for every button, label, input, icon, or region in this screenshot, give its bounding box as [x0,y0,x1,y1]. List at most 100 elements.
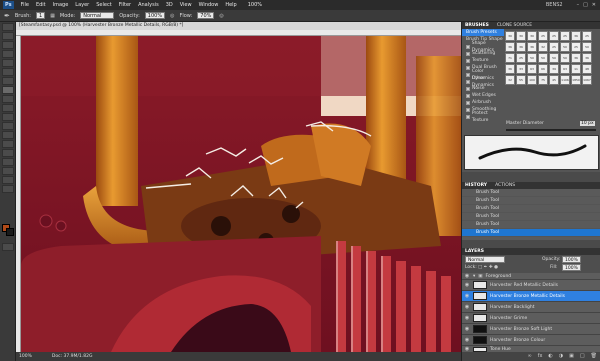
layer-opacity-input[interactable]: 100% [562,256,581,263]
layer-row-selected[interactable]: ◉ Harvester Bronze Metallic Details [462,291,600,302]
visibility-eye-icon[interactable]: ◉ [464,315,470,321]
menu-window[interactable]: Window [199,2,219,8]
brush-tip-preset[interactable]: 71 [505,53,515,63]
master-diameter-slider[interactable] [506,129,596,131]
maximize-icon[interactable]: □ [583,2,588,8]
brush-tip-preset[interactable]: 25 [582,31,592,41]
menu-filter[interactable]: Filter [119,2,131,8]
eraser-tool-icon[interactable] [2,113,14,121]
eyedropper-tool-icon[interactable] [2,68,14,76]
layer-row[interactable]: ◉ Harvester Bronze Colour [462,335,600,346]
brush-tip-preset[interactable]: 50 [527,53,537,63]
brush-panel-toggle-icon[interactable]: ▦ [50,13,55,19]
menu-view[interactable]: View [180,2,192,8]
type-tool-icon[interactable] [2,149,14,157]
brush-tip-preset[interactable]: 1067 [582,75,592,85]
opacity-input[interactable]: 100% [144,12,166,19]
brush-tip-preset[interactable]: 50 [560,42,570,52]
lasso-tool-icon[interactable] [2,41,14,49]
move-tool-icon[interactable] [2,23,14,31]
brush-tip-preset[interactable]: 55 [516,75,526,85]
adjustment-layer-icon[interactable]: ◑ [559,352,563,361]
layer-style-icon[interactable]: fx [538,352,543,361]
brush-tip-preset[interactable]: 36 [516,42,526,52]
menu-select[interactable]: Select [96,2,111,8]
tab-history[interactable]: HISTORY [465,182,487,189]
gradient-tool-icon[interactable] [2,122,14,130]
brush-tip-preset[interactable]: 63 [560,64,570,74]
crop-tool-icon[interactable] [2,59,14,67]
brush-setting-item[interactable]: Other Dynamics [462,76,504,88]
flow-input[interactable]: 70% [197,12,215,19]
visibility-eye-icon[interactable]: ◉ [464,304,470,310]
visibility-eye-icon[interactable]: ◉ [464,282,470,288]
brush-setting-item[interactable]: Airbrush [462,99,504,106]
checkbox-icon[interactable] [466,114,470,119]
workspace-name[interactable]: BENS2 [546,2,563,8]
checkbox-icon[interactable] [466,93,470,98]
layer-row[interactable]: ◉ Harvester Grime [462,313,600,324]
layer-row[interactable]: ◉ Harvester Bronze Soft Light [462,324,600,335]
brush-tip-preset[interactable]: 1850 [571,75,581,85]
brush-setting-item[interactable]: Protect Texture [462,111,504,123]
brush-size-dropdown[interactable]: 1 [36,12,46,19]
document-tab[interactable]: [Steamfantasy.psd @ 100% (Harvester Bron… [16,22,461,30]
brush-tip-preset[interactable]: 25 [549,31,559,41]
status-doc-size[interactable]: Doc: 37.9M/1.82G [52,352,93,361]
brush-tip-preset[interactable]: 66 [538,64,548,74]
menu-edit[interactable]: Edit [36,2,46,8]
new-group-icon[interactable]: ▣ [569,352,574,361]
new-layer-icon[interactable]: □ [580,352,585,361]
master-diameter-value[interactable]: 10 px [580,121,595,126]
brush-tip-preset[interactable]: 75 [538,75,548,85]
brush-tip-preset[interactable]: 25 [538,31,548,41]
menu-help[interactable]: Help [225,2,236,8]
brush-tip-preset[interactable]: 39 [549,64,559,74]
brush-tip-preset[interactable]: 32 [505,75,515,85]
close-icon[interactable]: ✕ [592,2,596,8]
brush-tip-preset[interactable]: 1106 [560,75,570,85]
path-select-tool-icon[interactable] [2,158,14,166]
brush-tip-preset[interactable]: 36 [505,64,515,74]
artwork-canvas[interactable] [21,36,461,352]
history-row[interactable]: Brush Tool [462,205,600,213]
tab-clone-source[interactable]: CLONE SOURCE [497,22,532,29]
checkbox-icon[interactable] [466,44,470,49]
menu-layer[interactable]: Layer [75,2,89,8]
pressure-opacity-icon[interactable]: ◎ [170,13,174,19]
pen-tool-icon[interactable] [2,140,14,148]
checkbox-icon[interactable] [466,100,470,105]
checkbox-icon[interactable] [466,72,470,77]
brush-tip-preset[interactable]: 25 [560,31,570,41]
visibility-eye-icon[interactable]: ◉ [464,326,470,332]
brush-tip-preset[interactable]: 32 [538,42,548,52]
layer-row[interactable]: ◉ Harvester Backlight [462,302,600,313]
brush-tip-preset[interactable]: 50 [582,42,592,52]
marquee-tool-icon[interactable] [2,32,14,40]
tab-actions[interactable]: ACTIONS [495,182,515,189]
shape-tool-icon[interactable] [2,167,14,175]
checkbox-icon[interactable] [466,79,470,84]
minimize-icon[interactable]: – [577,2,580,8]
brush-tool-icon[interactable] [2,86,14,94]
blend-mode-dropdown[interactable]: Normal [465,256,505,263]
checkbox-icon[interactable] [466,65,470,70]
healing-tool-icon[interactable] [2,77,14,85]
visibility-eye-icon[interactable]: ◉ [464,337,470,343]
brush-setting-item[interactable]: Brush Presets [462,29,504,36]
brush-tip-preset[interactable]: 36 [505,42,515,52]
brush-tip-preset[interactable]: 50 [560,53,570,63]
fill-input[interactable]: 100% [562,264,581,271]
brush-tip-preset[interactable]: 36 [527,42,537,52]
brush-tip-preset[interactable]: 48 [582,64,592,74]
brush-tip-preset[interactable]: 25 [571,42,581,52]
airbrush-icon[interactable]: ◎ [219,13,223,19]
zoom-level-menu[interactable]: 100% [248,2,262,8]
visibility-eye-icon[interactable]: ◉ [464,273,470,279]
brush-tip-preset[interactable]: 36 [571,53,581,63]
layer-row[interactable]: ◉ Harvester Red Metallic Details [462,280,600,291]
history-row[interactable]: Brush Tool [462,221,600,229]
menu-3d[interactable]: 3D [166,2,173,8]
quick-select-tool-icon[interactable] [2,50,14,58]
zoom-tool-icon[interactable] [2,185,14,193]
